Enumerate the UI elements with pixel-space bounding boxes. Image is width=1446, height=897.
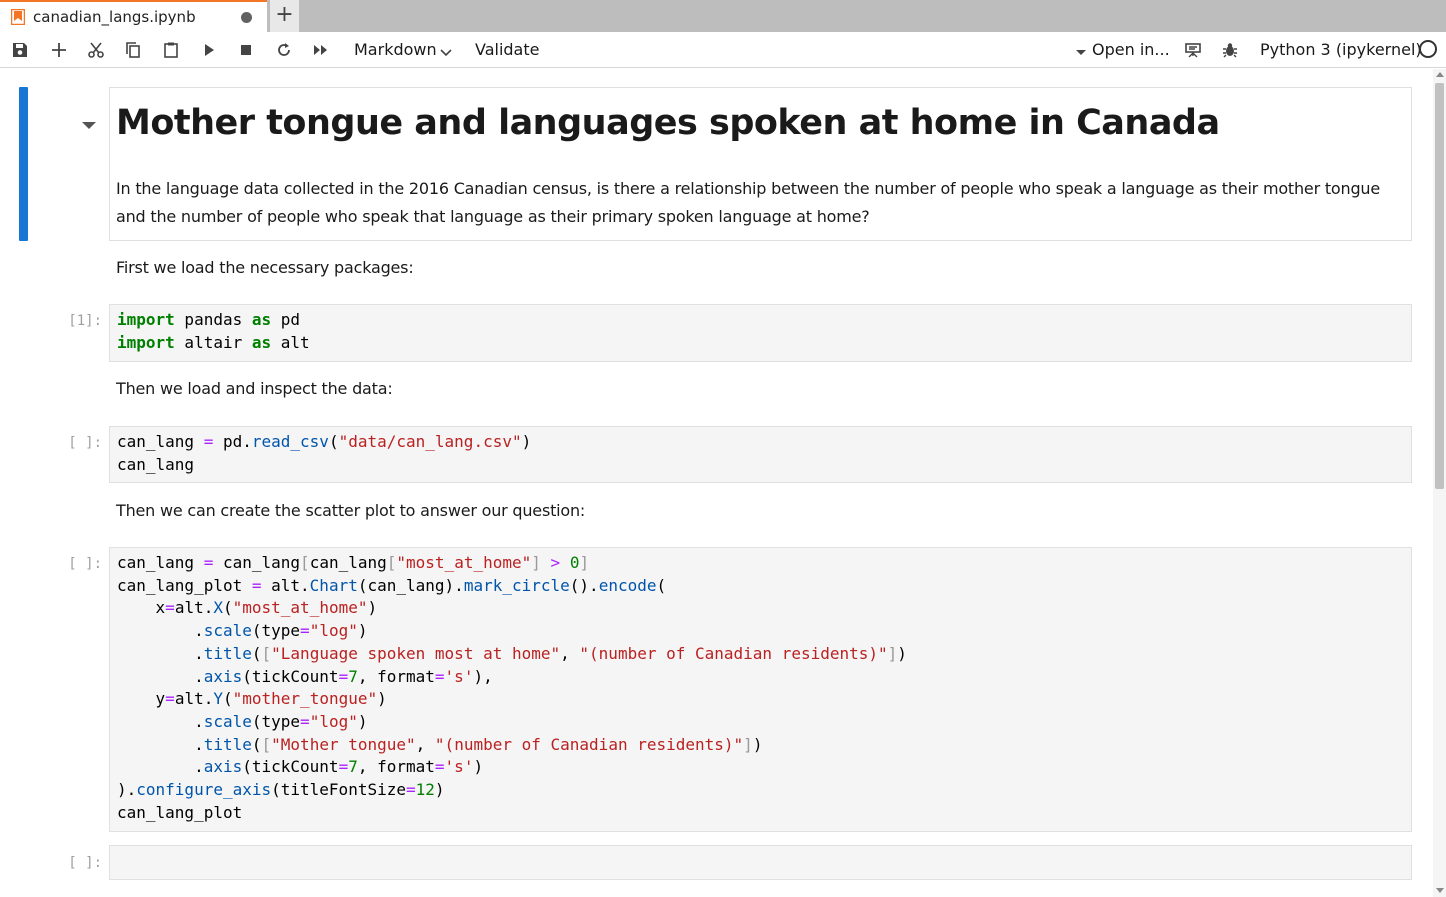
code-scatter-plot[interactable]: can_lang = can_lang[can_lang["most_at_ho… <box>117 552 907 824</box>
kernel-name[interactable]: Python 3 (ipykernel) <box>1260 40 1422 59</box>
add-cell-icon[interactable] <box>47 38 71 62</box>
save-icon[interactable] <box>8 38 32 62</box>
execution-prompt: [ ]: <box>68 855 102 871</box>
cut-icon[interactable] <box>84 38 108 62</box>
code-imports[interactable]: import pandas as pd import altair as alt <box>117 309 310 354</box>
paste-icon[interactable] <box>159 38 183 62</box>
tab-filename: canadian_langs.ipynb <box>33 8 196 26</box>
restart-icon[interactable] <box>272 38 296 62</box>
run-icon[interactable] <box>197 38 221 62</box>
chevron-down-icon[interactable] <box>434 40 458 64</box>
empty-code-cell[interactable] <box>109 845 1412 880</box>
notebook-heading: Mother tongue and languages spoken at ho… <box>116 103 1220 143</box>
execution-prompt: [ ]: <box>68 556 102 572</box>
markdown-load-data: Then we load and inspect the data: <box>116 379 393 398</box>
presentation-icon[interactable] <box>1181 38 1205 62</box>
notebook-toolbar: Markdown Validate Open in... Python 3 (i… <box>0 32 1446 68</box>
kernel-status-icon <box>1419 40 1437 58</box>
code-load-data[interactable]: can_lang = pd.read_csv("data/can_lang.cs… <box>117 431 531 476</box>
caret-down-icon <box>1072 40 1090 64</box>
intro-paragraph-line-1: In the language data collected in the 20… <box>116 179 1380 198</box>
execution-prompt: [1]: <box>68 313 102 329</box>
notebook-icon <box>10 8 26 26</box>
notebook-tab[interactable]: canadian_langs.ipynb <box>0 0 267 32</box>
vertical-scrollbar[interactable] <box>1433 69 1446 897</box>
new-tab-button[interactable]: + <box>270 0 299 32</box>
intro-paragraph-line-2: and the number of people who speak that … <box>116 207 870 226</box>
unsaved-indicator-icon[interactable] <box>241 12 252 23</box>
stop-icon[interactable] <box>234 38 258 62</box>
execution-prompt: [ ]: <box>68 435 102 451</box>
validate-button[interactable]: Validate <box>475 40 539 59</box>
fast-forward-icon[interactable] <box>309 38 333 62</box>
scrollbar-thumb[interactable] <box>1435 83 1444 489</box>
collapse-heading-icon[interactable] <box>82 122 96 129</box>
copy-icon[interactable] <box>121 38 145 62</box>
active-cell-indicator <box>19 87 28 241</box>
tab-bar: canadian_langs.ipynb + <box>0 0 1446 32</box>
markdown-scatter: Then we can create the scatter plot to a… <box>116 501 586 520</box>
debugger-icon[interactable] <box>1218 38 1242 62</box>
markdown-load-packages: First we load the necessary packages: <box>116 258 414 277</box>
scroll-down-icon[interactable] <box>1436 888 1444 893</box>
scroll-up-icon[interactable] <box>1436 72 1444 77</box>
open-in-menu[interactable]: Open in... <box>1092 40 1170 59</box>
cell-type-select[interactable]: Markdown <box>354 40 437 59</box>
